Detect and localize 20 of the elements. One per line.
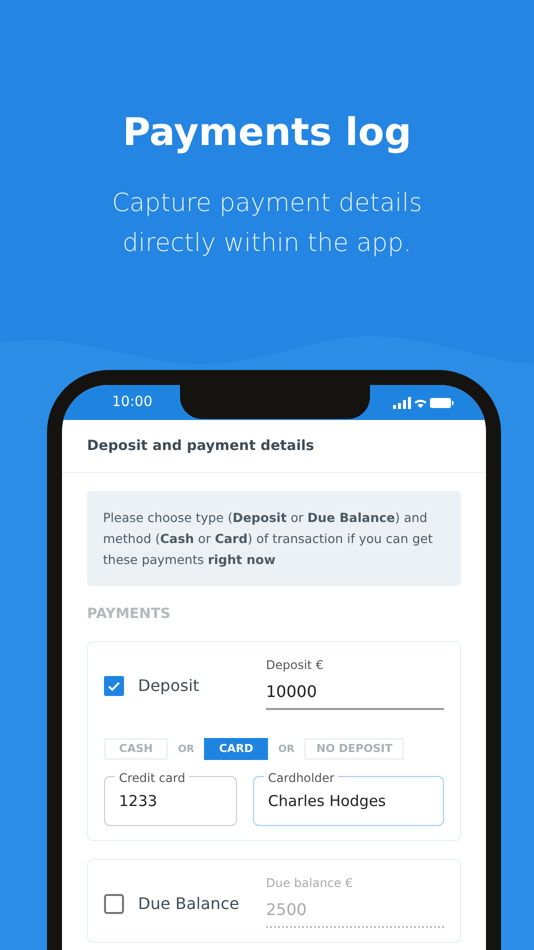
amount-field[interactable]: Due balance € 2500	[266, 874, 444, 928]
or-label: OR	[178, 742, 194, 756]
signal-icon	[393, 396, 411, 408]
method-toggle[interactable]: CASH	[104, 738, 168, 760]
checkbox[interactable]	[104, 894, 124, 914]
screen-title: Deposit and payment details	[87, 436, 314, 456]
or-label: OR	[278, 742, 294, 756]
amount-field[interactable]: Deposit € 10000	[266, 656, 444, 710]
checkbox[interactable]	[104, 676, 124, 696]
method-toggle[interactable]: NO DEPOSIT	[304, 738, 404, 760]
method-toggle[interactable]: CARD	[204, 738, 268, 760]
hero-subtitle: Capture payment details directly within the app.	[111, 187, 423, 259]
payment-type-label: Due Balance	[138, 893, 240, 915]
wifi-icon	[414, 398, 427, 408]
battery-icon	[430, 398, 454, 408]
status-time: 10:00	[112, 393, 152, 412]
section-heading: PAYMENTS	[87, 605, 172, 624]
hero-title: Payments log	[122, 109, 412, 156]
payment-type-label: Deposit	[138, 675, 200, 697]
info-box: Please choose type (Deposit or Due Balance) and method (Cash or Card) of transaction if you can get these payments right now	[87, 491, 461, 586]
